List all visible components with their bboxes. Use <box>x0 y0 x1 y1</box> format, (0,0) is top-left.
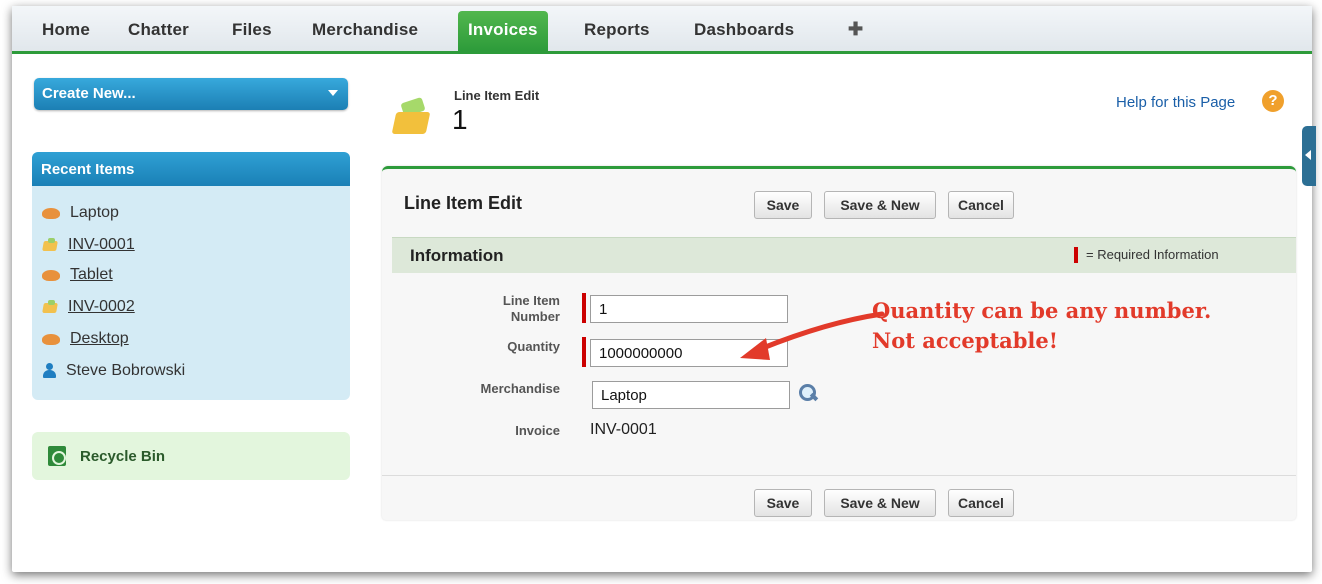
recent-item-label: Steve Bobrowski <box>66 362 186 379</box>
section-title: Information <box>410 246 504 265</box>
tab-files[interactable]: Files <box>232 20 272 44</box>
recent-items-header: Recent Items <box>32 152 350 186</box>
app-window: Home Chatter Files Merchandise Invoices … <box>12 6 1316 572</box>
recent-item-steve-bobrowski[interactable]: Steve Bobrowski <box>42 360 185 382</box>
invoice-label: Invoice <box>515 423 560 438</box>
tab-dashboards[interactable]: Dashboards <box>694 20 794 44</box>
help-link[interactable]: Help for this Page <box>1116 94 1235 111</box>
tab-invoices[interactable]: Invoices <box>458 11 548 51</box>
recent-item-inv-0002[interactable]: INV-0002 <box>42 296 135 318</box>
merchandise-icon <box>42 333 60 345</box>
annotation-line-2: Not acceptable! <box>872 328 1058 353</box>
cancel-button-bottom[interactable]: Cancel <box>948 489 1014 517</box>
recycle-bin-label: Recycle Bin <box>80 447 166 465</box>
add-tab-plus-icon[interactable]: ✚ <box>848 19 863 43</box>
panel-title: Line Item Edit <box>404 193 523 213</box>
required-indicator <box>582 293 586 323</box>
recycle-bin-link[interactable]: Recycle Bin <box>32 432 350 480</box>
tab-reports[interactable]: Reports <box>584 20 650 44</box>
help-icon[interactable]: ? <box>1262 90 1284 112</box>
invoice-icon <box>42 238 58 252</box>
recent-items-list: Laptop INV-0001 Tablet INV-0002 Desktop … <box>32 186 350 400</box>
annotation-callout: Quantity can be any number. Not acceptab… <box>872 296 1292 356</box>
annotation-line-1: Quantity can be any number. <box>872 298 1212 323</box>
invoice-icon <box>42 300 58 314</box>
chevron-down-icon <box>328 90 338 96</box>
recent-item-label: Laptop <box>70 204 119 221</box>
user-icon <box>42 363 56 379</box>
create-new-label: Create New... <box>42 85 136 102</box>
recent-item-label[interactable]: INV-0001 <box>68 236 135 254</box>
recent-item-laptop[interactable]: Laptop <box>42 202 119 224</box>
merchandise-label: Merchandise <box>480 381 560 396</box>
page-title: 1 <box>452 104 468 135</box>
recent-item-label[interactable]: INV-0002 <box>68 298 135 316</box>
merchandise-icon <box>42 269 60 281</box>
tab-home[interactable]: Home <box>42 20 90 44</box>
save-and-new-button[interactable]: Save & New <box>824 191 936 219</box>
line-item-number-label: Line Item Number <box>502 293 560 324</box>
required-legend: = Required Information <box>1086 247 1219 262</box>
invoice-value: INV-0001 <box>590 421 657 438</box>
create-new-button[interactable]: Create New... <box>34 78 348 110</box>
page-subtitle: Line Item Edit <box>454 88 540 103</box>
save-button-bottom[interactable]: Save <box>754 489 812 517</box>
quantity-label: Quantity <box>507 339 560 354</box>
tab-bar: Home Chatter Files Merchandise Invoices … <box>12 6 1312 54</box>
information-section-header: Information = Required Information <box>392 237 1296 273</box>
cancel-button[interactable]: Cancel <box>948 191 1014 219</box>
recent-item-label[interactable]: Tablet <box>70 266 113 284</box>
required-indicator <box>582 337 586 367</box>
sidebar-collapse-handle[interactable] <box>1302 126 1316 186</box>
invoice-line-item-icon <box>390 96 434 140</box>
required-marker-icon <box>1074 247 1078 263</box>
merchandise-icon <box>42 207 60 219</box>
recycle-bin-icon <box>48 446 66 466</box>
recent-item-inv-0001[interactable]: INV-0001 <box>42 234 135 256</box>
recent-item-label[interactable]: Desktop <box>70 330 129 348</box>
tab-merchandise[interactable]: Merchandise <box>312 20 418 44</box>
annotation-arrow-icon <box>740 311 885 360</box>
save-and-new-button-bottom[interactable]: Save & New <box>824 489 936 517</box>
tab-chatter[interactable]: Chatter <box>128 20 189 44</box>
lookup-icon[interactable] <box>798 383 820 403</box>
recent-item-tablet[interactable]: Tablet <box>42 264 113 286</box>
save-button[interactable]: Save <box>754 191 812 219</box>
recent-item-desktop[interactable]: Desktop <box>42 328 129 350</box>
merchandise-input[interactable] <box>592 381 790 409</box>
divider <box>382 475 1296 476</box>
